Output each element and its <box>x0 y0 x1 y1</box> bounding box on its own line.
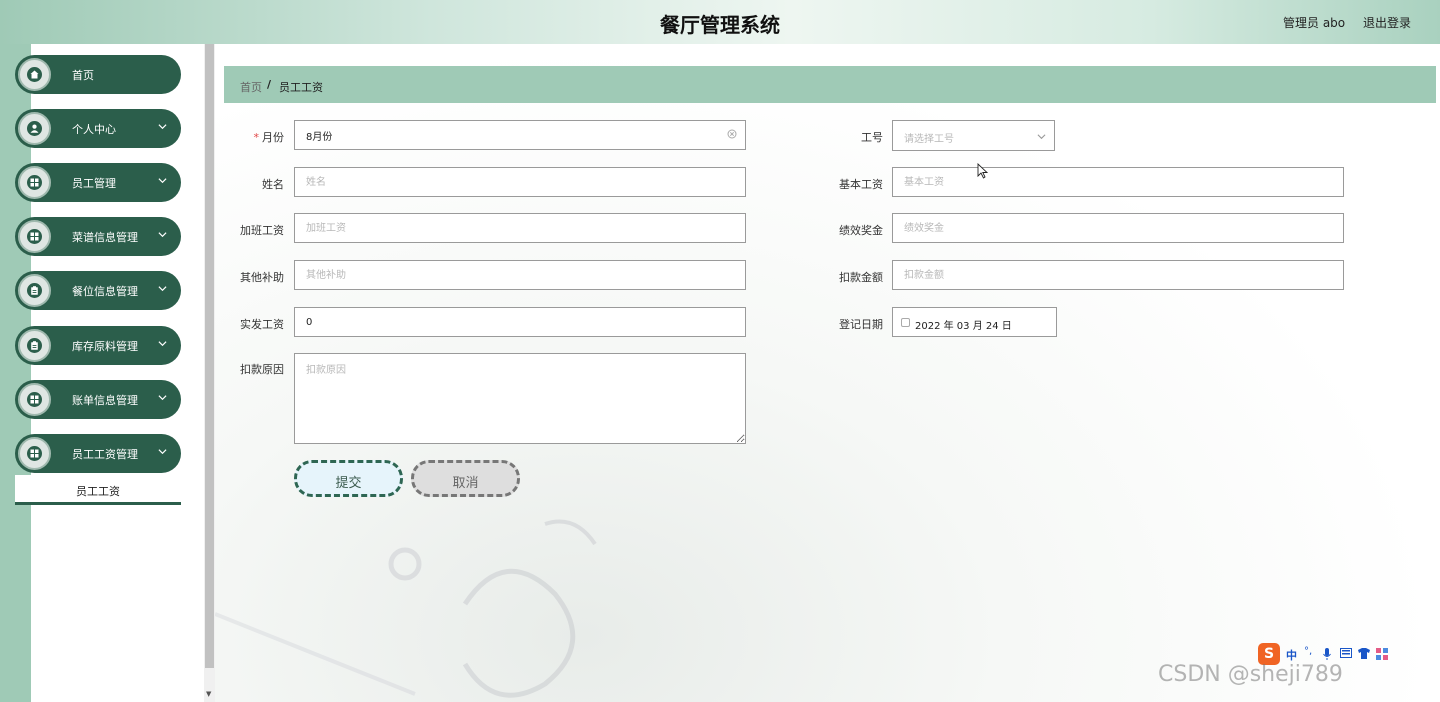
top-header: 餐厅管理系统 <box>0 0 1440 44</box>
menu-icon-badge <box>18 274 51 307</box>
current-user: 管理员 abo <box>1283 16 1346 30</box>
net-pay-label: 实发工资 <box>240 318 284 331</box>
bonus-label: 绩效奖金 <box>839 224 883 237</box>
sidebar-item-label: 餐位信息管理 <box>72 285 138 298</box>
watermark: CSDN @sheji789 <box>1158 662 1343 687</box>
sidebar-item-label: 首页 <box>72 69 94 82</box>
menu-icon-badge <box>18 437 51 470</box>
submenu-item-employee-salary[interactable]: 员工工资 <box>15 475 181 505</box>
emp-no-placeholder: 请选择工号 <box>904 134 954 145</box>
app-title: 餐厅管理系统 <box>660 13 780 37</box>
overtime-input[interactable] <box>294 213 746 243</box>
sidebar-item-4[interactable]: 餐位信息管理 <box>15 271 181 310</box>
sidebar-item-7[interactable]: 员工工资管理 <box>15 434 181 473</box>
clipboard-icon <box>27 283 42 298</box>
scroll-down-arrow-icon[interactable]: ▼ <box>206 690 211 698</box>
clipboard-icon <box>27 338 42 353</box>
menu-icon-badge <box>18 58 51 91</box>
user-icon <box>27 121 42 136</box>
grid-icon <box>27 229 42 244</box>
chevron-down-icon <box>158 341 167 347</box>
ime-chinese-mode[interactable]: 中 <box>1286 647 1297 663</box>
clear-icon[interactable] <box>727 129 737 139</box>
ime-toolbox-icon[interactable] <box>1376 648 1388 660</box>
menu-icon-badge <box>18 383 51 416</box>
scrollbar-thumb[interactable] <box>205 44 214 668</box>
breadcrumb-separator: / <box>267 78 272 91</box>
sidebar-item-3[interactable]: 菜谱信息管理 <box>15 217 181 256</box>
overtime-label: 加班工资 <box>240 224 284 237</box>
breadcrumb-home[interactable]: 首页 <box>240 79 262 95</box>
sidebar-item-0[interactable]: 首页 <box>15 55 181 94</box>
base-salary-label: 基本工资 <box>839 178 883 191</box>
chevron-down-icon <box>158 124 167 130</box>
chevron-down-icon <box>158 232 167 238</box>
name-label: 姓名 <box>262 178 284 191</box>
home-icon <box>27 67 42 82</box>
sidebar-item-5[interactable]: 库存原料管理 <box>15 326 181 365</box>
ime-mic-icon[interactable] <box>1322 647 1332 661</box>
sidebar-item-2[interactable]: 员工管理 <box>15 163 181 202</box>
month-input[interactable] <box>294 120 746 150</box>
chevron-down-icon <box>158 395 167 401</box>
ime-skin-icon[interactable] <box>1358 648 1370 659</box>
breadcrumb-current: 员工工资 <box>279 81 323 94</box>
sidebar-item-label: 个人中心 <box>72 123 116 136</box>
chevron-down-icon <box>158 449 167 455</box>
chevron-down-icon <box>158 286 167 292</box>
sidebar-item-6[interactable]: 账单信息管理 <box>15 380 181 419</box>
chevron-down-icon <box>1037 134 1046 140</box>
bonus-input[interactable] <box>892 213 1344 243</box>
reg-date-label: 登记日期 <box>839 318 883 331</box>
sidebar-item-1[interactable]: 个人中心 <box>15 109 181 148</box>
menu-icon-badge <box>18 220 51 253</box>
breadcrumb <box>224 66 1436 103</box>
menu-icon-badge <box>18 329 51 362</box>
submit-button[interactable]: 提交 <box>294 460 403 497</box>
deduction-label: 扣款金额 <box>839 271 883 284</box>
ime-keyboard-icon[interactable] <box>1340 648 1352 659</box>
mouse-cursor-icon <box>977 163 989 179</box>
sidebar-item-label: 员工管理 <box>72 177 116 190</box>
reg-date-value: 2022 年 03 月 24 日 <box>915 321 1012 332</box>
sidebar-item-label: 账单信息管理 <box>72 394 138 407</box>
sidebar-item-label: 库存原料管理 <box>72 340 138 353</box>
sidebar-item-label: 员工工资管理 <box>72 448 138 461</box>
logout-link[interactable]: 退出登录 <box>1363 14 1411 31</box>
cancel-button[interactable]: 取消 <box>411 460 520 497</box>
deduction-input[interactable] <box>892 260 1344 290</box>
deduct-reason-label: 扣款原因 <box>240 363 284 376</box>
grid-icon <box>27 392 42 407</box>
grid-icon <box>27 175 42 190</box>
grid-icon <box>27 446 42 461</box>
net-pay-input[interactable] <box>294 307 746 337</box>
deduct-reason-textarea[interactable] <box>294 353 746 444</box>
base-salary-input[interactable] <box>892 167 1344 197</box>
menu-icon-badge <box>18 166 51 199</box>
reg-date-picker[interactable]: 2022 年 03 月 24 日 <box>892 307 1057 337</box>
date-checkbox[interactable] <box>901 318 910 327</box>
sidebar-item-label: 菜谱信息管理 <box>72 231 138 244</box>
allowance-input[interactable] <box>294 260 746 290</box>
name-input[interactable] <box>294 167 746 197</box>
emp-no-select[interactable]: 请选择工号 <box>892 120 1055 151</box>
month-label: * 月份 <box>253 131 285 144</box>
chevron-down-icon <box>158 178 167 184</box>
menu-icon-badge <box>18 112 51 145</box>
emp-no-label: 工号 <box>861 131 883 144</box>
ime-punctuation-icon[interactable]: °, <box>1304 646 1312 657</box>
allowance-label: 其他补助 <box>240 271 284 284</box>
